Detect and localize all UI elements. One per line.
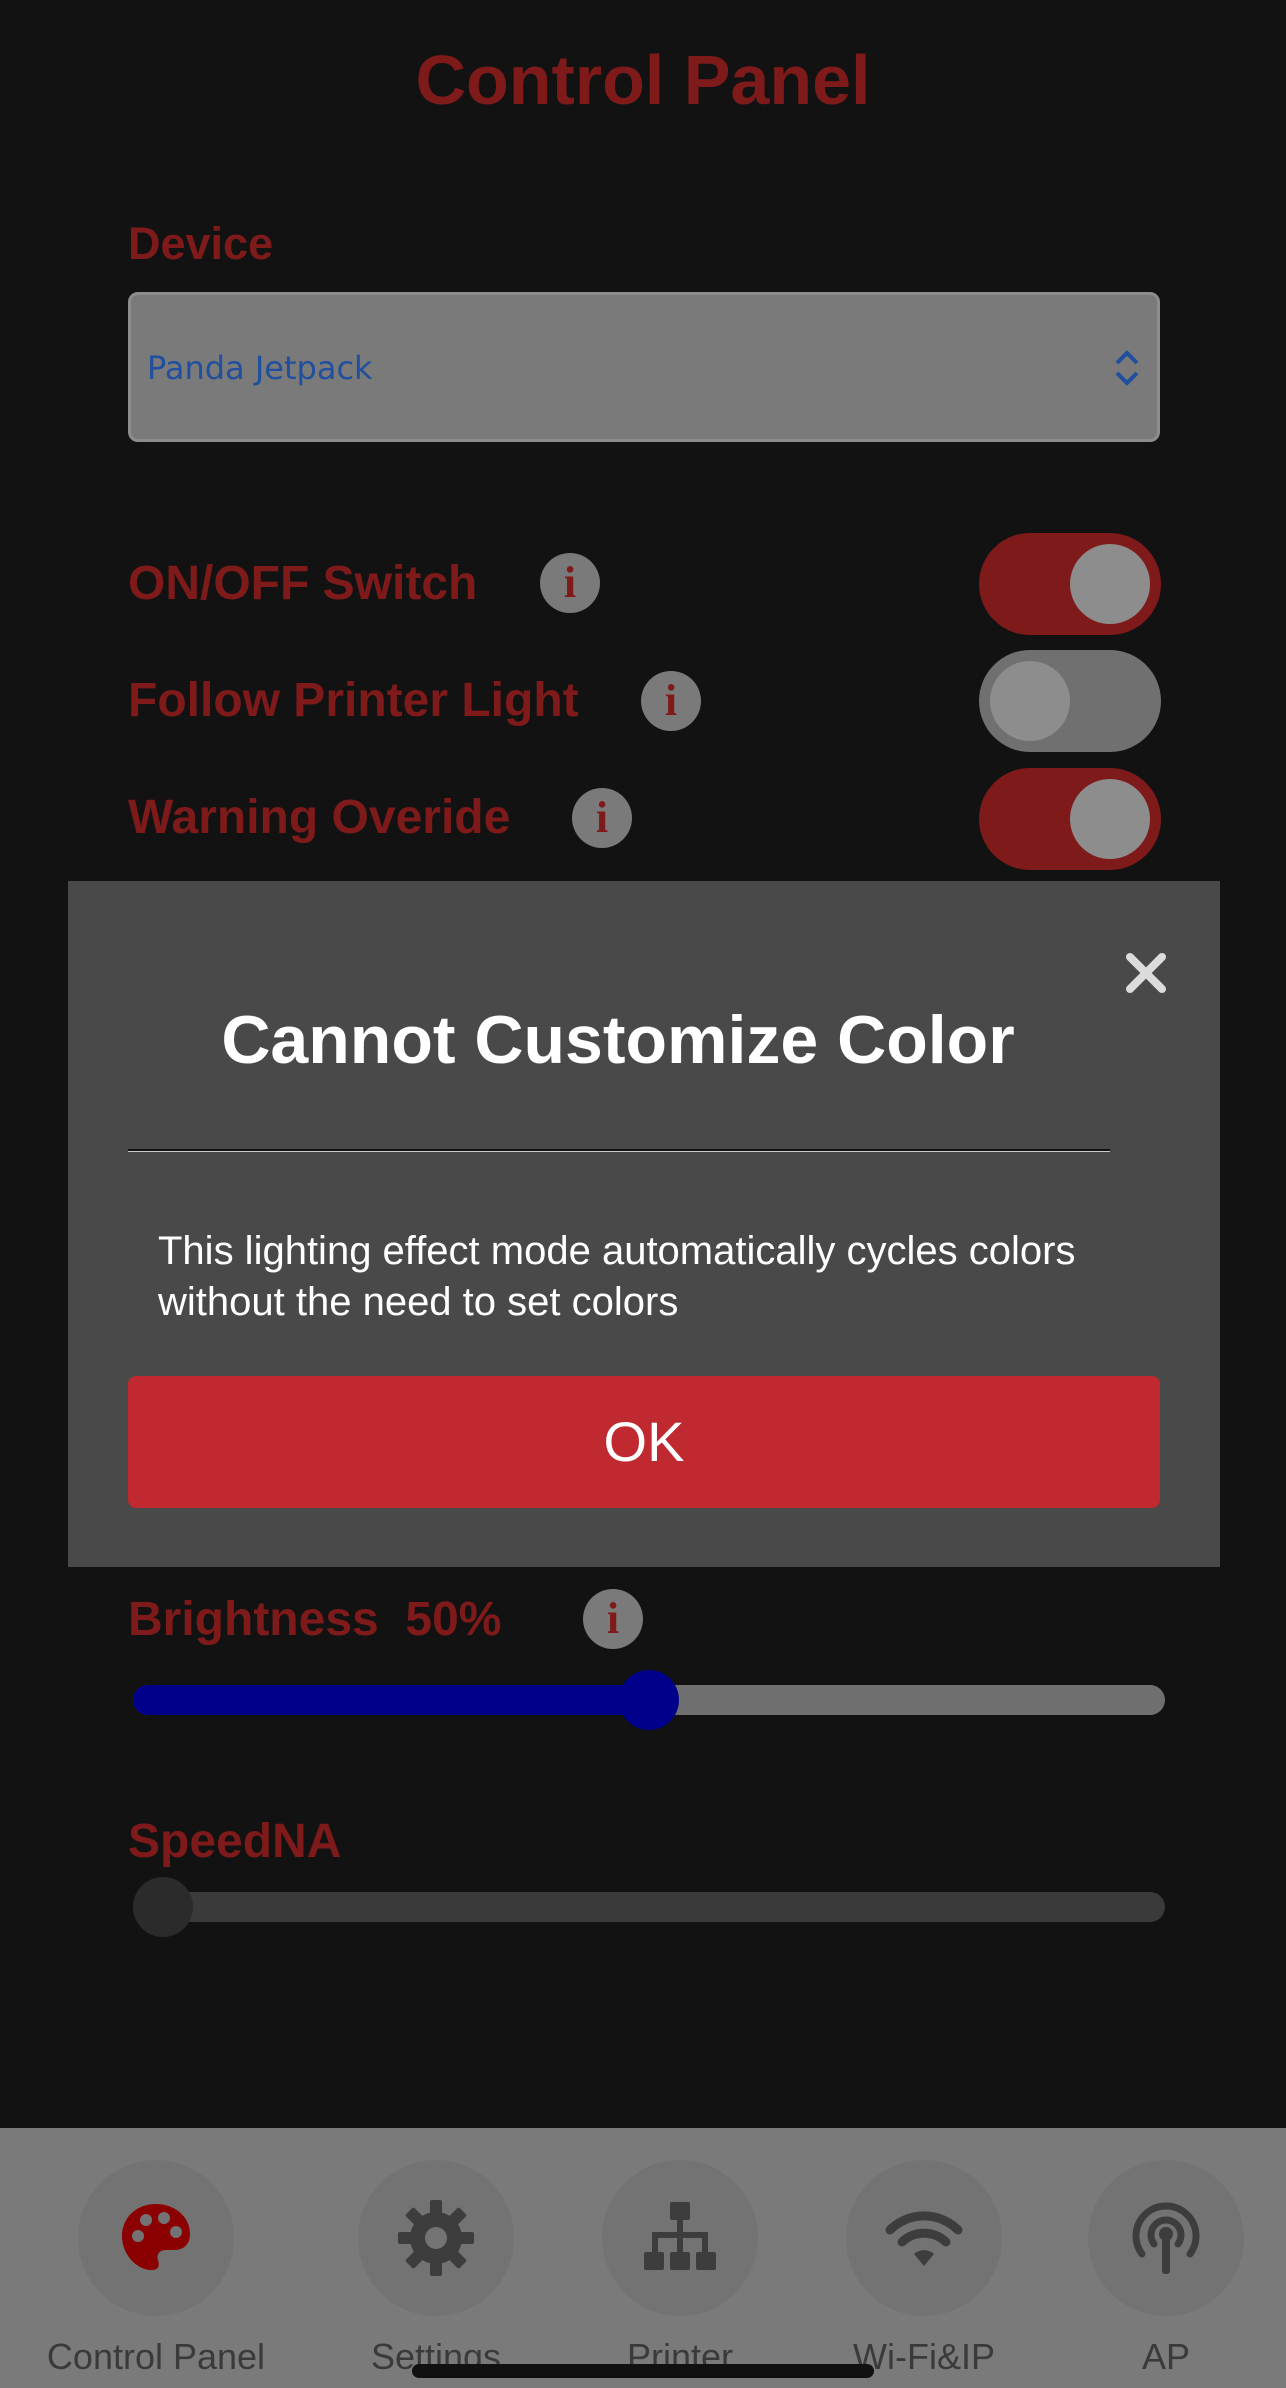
toggle-knob — [1070, 544, 1150, 624]
network-icon — [644, 2202, 716, 2270]
follow-printer-light-label: Follow Printer Light — [128, 674, 579, 727]
info-icon[interactable]: i — [572, 788, 632, 848]
device-label: Device — [128, 218, 274, 269]
brightness-value: 50% — [405, 1593, 502, 1646]
tab-wifi-ip[interactable]: Wi-Fi&IP — [804, 2160, 1044, 2378]
onoff-switch-toggle[interactable] — [979, 533, 1161, 635]
warning-override-label: Warning Overide — [128, 791, 511, 844]
ok-button[interactable]: OK — [128, 1376, 1160, 1508]
tab-control-panel[interactable]: Control Panel — [36, 2160, 276, 2378]
tab-icon-circle — [602, 2160, 758, 2316]
modal-title: Cannot Customize Color — [221, 1002, 1015, 1078]
tab-settings[interactable]: Settings — [316, 2160, 556, 2378]
speed-label: SpeedNA — [128, 1815, 342, 1868]
home-indicator — [412, 2364, 874, 2378]
page-title: Control Panel — [415, 41, 871, 119]
info-icon[interactable]: i — [583, 1589, 643, 1649]
alert-modal: Cannot Customize Color This lighting eff… — [68, 881, 1220, 1567]
palette-icon — [122, 2204, 190, 2270]
wifi-icon — [885, 2211, 963, 2266]
antenna-icon — [1132, 2202, 1200, 2274]
tab-icon-circle — [78, 2160, 234, 2316]
follow-printer-light-toggle[interactable] — [979, 650, 1161, 752]
modal-message: This lighting effect mode automatically … — [158, 1229, 1076, 1324]
brightness-slider-thumb[interactable] — [619, 1670, 679, 1730]
info-icon[interactable]: i — [641, 671, 701, 731]
tab-printer[interactable]: Printer — [560, 2160, 800, 2378]
speed-slider-thumb[interactable] — [133, 1877, 193, 1937]
onoff-switch-label: ON/OFF Switch — [128, 557, 478, 610]
tab-icon-circle — [846, 2160, 1002, 2316]
speed-slider[interactable] — [133, 1892, 1165, 1922]
brightness-label-text: Brightness — [128, 1593, 379, 1646]
tab-ap[interactable]: AP — [1046, 2160, 1286, 2378]
brightness-label: Brightness 50% — [128, 1592, 501, 1647]
warning-override-toggle[interactable] — [979, 768, 1161, 870]
toggle-knob — [1070, 779, 1150, 859]
chevron-updown-icon — [1115, 350, 1139, 386]
device-select-value: Panda Jetpack — [147, 349, 373, 387]
gear-icon — [398, 2200, 474, 2276]
tab-label: Control Panel — [46, 2336, 266, 2377]
brightness-slider-fill — [133, 1685, 649, 1715]
tab-label: AP — [1141, 2336, 1191, 2377]
close-icon[interactable] — [1122, 949, 1170, 997]
tab-bar: Control Panel Settings Printer Wi-Fi&IP … — [0, 2128, 1286, 2388]
modal-divider — [128, 1149, 1110, 1152]
tab-icon-circle — [1088, 2160, 1244, 2316]
toggle-knob — [990, 661, 1070, 741]
info-icon[interactable]: i — [540, 553, 600, 613]
device-select[interactable]: Panda Jetpack — [128, 292, 1160, 442]
tab-icon-circle — [358, 2160, 514, 2316]
